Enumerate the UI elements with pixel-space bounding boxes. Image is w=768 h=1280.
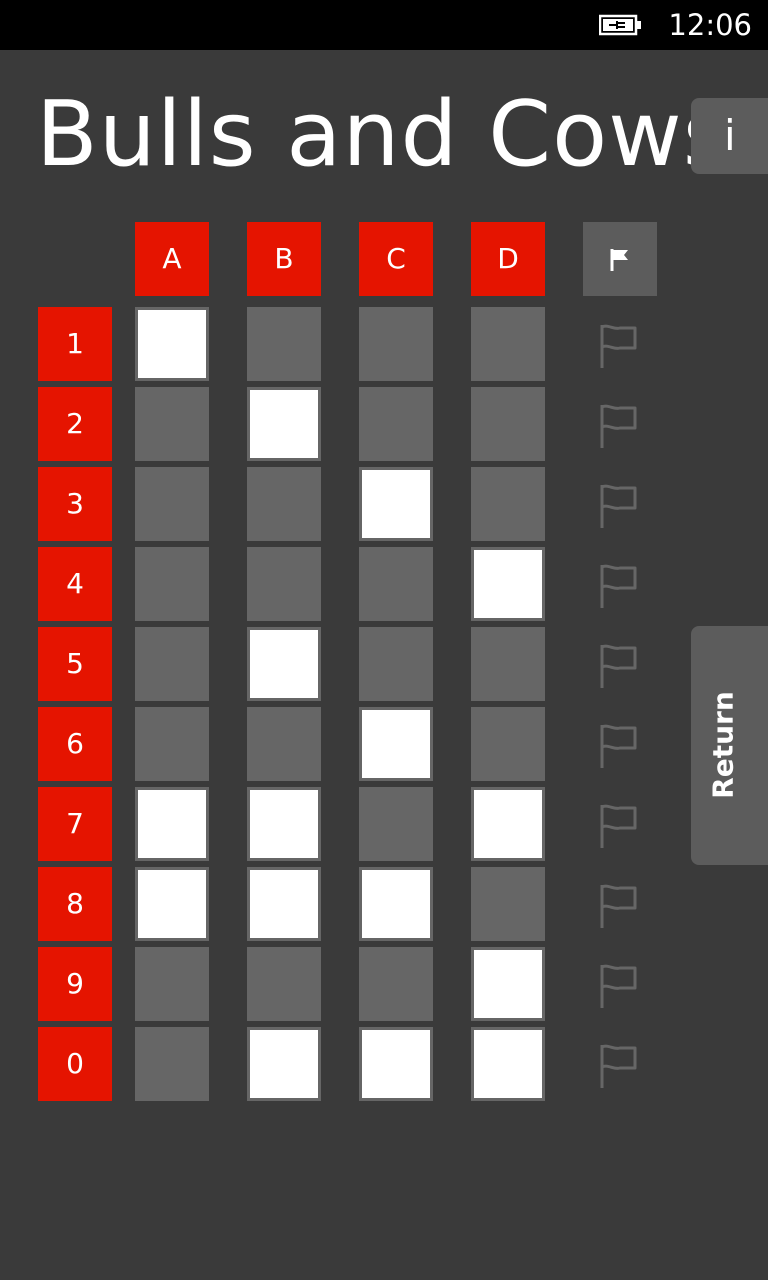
flag-outline-icon <box>600 884 637 928</box>
row-flag-button[interactable] <box>583 387 657 461</box>
row-label-3[interactable]: 3 <box>38 467 112 541</box>
flag-outline-icon <box>600 724 637 768</box>
cell-6-a[interactable] <box>135 707 209 781</box>
cell-7-c[interactable] <box>359 787 433 861</box>
cell-1-c[interactable] <box>359 307 433 381</box>
cell-0-b[interactable] <box>247 1027 321 1101</box>
cell-0-d[interactable] <box>471 1027 545 1101</box>
cell-2-c[interactable] <box>359 387 433 461</box>
cell-1-d[interactable] <box>471 307 545 381</box>
row-label-5[interactable]: 5 <box>38 627 112 701</box>
flag-icon <box>610 249 628 271</box>
column-header-b[interactable]: B <box>247 222 321 296</box>
cell-4-a[interactable] <box>135 547 209 621</box>
column-header-a[interactable]: A <box>135 222 209 296</box>
row-label-2[interactable]: 2 <box>38 387 112 461</box>
cell-3-b[interactable] <box>247 467 321 541</box>
flag-outline-icon <box>600 804 637 848</box>
row-label-1[interactable]: 1 <box>38 307 112 381</box>
row-flag-button[interactable] <box>583 707 657 781</box>
return-label: Return <box>706 691 740 799</box>
cell-7-a[interactable] <box>135 787 209 861</box>
flag-outline-icon <box>600 964 637 1008</box>
row-label-6[interactable]: 6 <box>38 707 112 781</box>
flag-outline-icon <box>600 484 637 528</box>
cell-5-a[interactable] <box>135 627 209 701</box>
cell-8-c[interactable] <box>359 867 433 941</box>
flag-outline-icon <box>600 644 637 688</box>
cell-0-a[interactable] <box>135 1027 209 1101</box>
cell-3-d[interactable] <box>471 467 545 541</box>
cell-5-b[interactable] <box>247 627 321 701</box>
row-flag-button[interactable] <box>583 627 657 701</box>
cell-9-a[interactable] <box>135 947 209 1021</box>
row-label-8[interactable]: 8 <box>38 867 112 941</box>
flag-outline-icon <box>600 564 637 608</box>
cell-6-d[interactable] <box>471 707 545 781</box>
cell-0-c[interactable] <box>359 1027 433 1101</box>
cell-7-b[interactable] <box>247 787 321 861</box>
row-label-7[interactable]: 7 <box>38 787 112 861</box>
cell-2-d[interactable] <box>471 387 545 461</box>
clock: 12:06 <box>668 8 752 42</box>
row-flag-button[interactable] <box>583 947 657 1021</box>
row-flag-button[interactable] <box>583 307 657 381</box>
cell-3-a[interactable] <box>135 467 209 541</box>
row-flag-button[interactable] <box>583 787 657 861</box>
column-header-d[interactable]: D <box>471 222 545 296</box>
row-flag-button[interactable] <box>583 867 657 941</box>
info-button[interactable]: i <box>691 98 768 174</box>
row-label-9[interactable]: 9 <box>38 947 112 1021</box>
cell-9-c[interactable] <box>359 947 433 1021</box>
cell-2-b[interactable] <box>247 387 321 461</box>
cell-7-d[interactable] <box>471 787 545 861</box>
return-button[interactable]: Return <box>691 626 768 865</box>
cell-5-c[interactable] <box>359 627 433 701</box>
cell-8-b[interactable] <box>247 867 321 941</box>
cell-1-b[interactable] <box>247 307 321 381</box>
row-flag-button[interactable] <box>583 547 657 621</box>
flag-outline-icon <box>600 1044 637 1088</box>
row-label-4[interactable]: 4 <box>38 547 112 621</box>
row-flag-button[interactable] <box>583 467 657 541</box>
cell-9-b[interactable] <box>247 947 321 1021</box>
flag-header-button[interactable] <box>583 222 657 296</box>
status-bar: 12:06 <box>0 0 768 50</box>
cell-5-d[interactable] <box>471 627 545 701</box>
cell-3-c[interactable] <box>359 467 433 541</box>
row-flag-button[interactable] <box>583 1027 657 1101</box>
flag-outline-icon <box>600 404 637 448</box>
battery-charging-icon <box>599 14 641 36</box>
cell-1-a[interactable] <box>135 307 209 381</box>
cell-6-b[interactable] <box>247 707 321 781</box>
cell-2-a[interactable] <box>135 387 209 461</box>
flag-outline-icon <box>600 324 637 368</box>
cell-4-d[interactable] <box>471 547 545 621</box>
cell-6-c[interactable] <box>359 707 433 781</box>
cell-4-c[interactable] <box>359 547 433 621</box>
cell-9-d[interactable] <box>471 947 545 1021</box>
cell-8-d[interactable] <box>471 867 545 941</box>
page-title: Bulls and Cows <box>36 82 731 187</box>
column-header-c[interactable]: C <box>359 222 433 296</box>
cell-4-b[interactable] <box>247 547 321 621</box>
row-label-0[interactable]: 0 <box>38 1027 112 1101</box>
cell-8-a[interactable] <box>135 867 209 941</box>
